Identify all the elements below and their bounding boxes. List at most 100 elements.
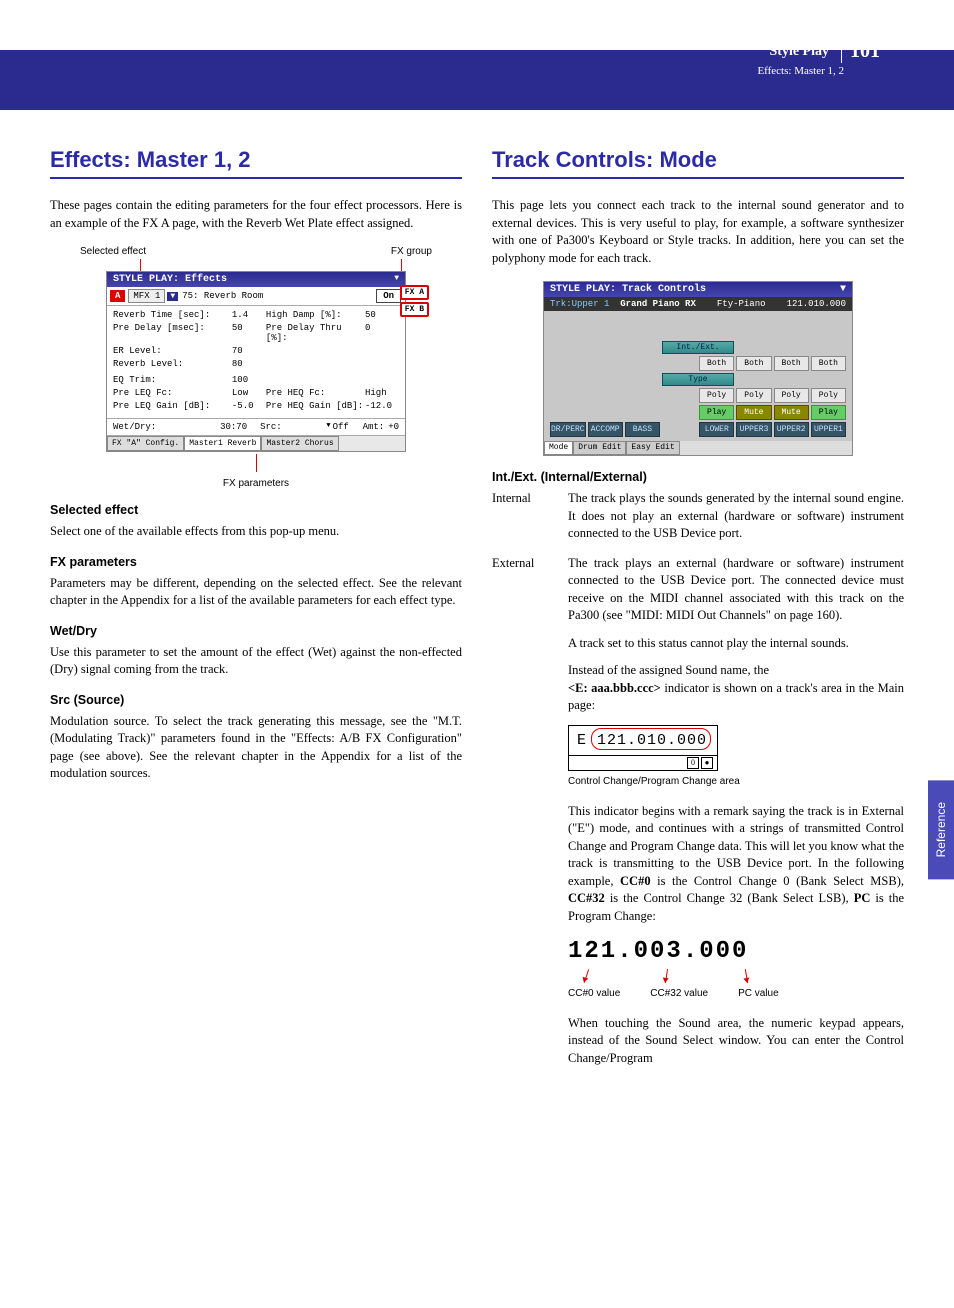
ccpc-label-1: CC#0 value (568, 987, 620, 1001)
ccpc-figure: 121.003.000 CC#0 value CC#32 value PC va… (568, 935, 904, 1001)
intext-header: Int./Ext. (662, 341, 735, 354)
fx-figure: Selected effect FX group STYLE PLAY: Eff… (50, 246, 462, 489)
def-internal-term: Internal (492, 490, 568, 543)
fx-group-badge: A (110, 290, 125, 302)
effects-heading: Effects: Master 1, 2 (50, 147, 462, 179)
tc-trk-label: Trk:Upper 1 (550, 299, 609, 309)
tc-playmute-cell: Mute (774, 405, 809, 420)
tc-track-name: BASS (625, 422, 660, 437)
tc-track-name: UPPER1 (811, 422, 846, 437)
tc-title: STYLE PLAY: Track Controls (550, 284, 706, 295)
src-text: Modulation source. To select the track g… (50, 713, 462, 783)
fx-param-row: Reverb Time [sec]:1.4High Damp [%]:50 (113, 310, 399, 320)
menu-triangle-icon: ▼ (394, 274, 399, 285)
tc-cell: Both (811, 356, 846, 371)
wetdry-label: Wet/Dry: (113, 422, 220, 432)
right-column: Track Controls: Mode This page lets you … (492, 147, 904, 1089)
effects-intro: These pages contain the editing paramete… (50, 197, 462, 232)
e-indicator-numbers: 121.010.000 (597, 732, 707, 749)
fx-param-row: Reverb Level:80 (113, 359, 399, 369)
def-external-p5: When touching the Sound area, the numeri… (568, 1015, 904, 1068)
tc-track-name: UPPER3 (736, 422, 771, 437)
def-external-p2: A track set to this status cannot play t… (568, 635, 904, 653)
tc-playmute-cell: Play (699, 405, 734, 420)
ccpc-number: 121.003.000 (568, 935, 904, 969)
tc-cell: Both (699, 356, 734, 371)
def-external-p4: This indicator begins with a remark sayi… (568, 803, 904, 926)
src-label: Src: (260, 422, 324, 432)
tc-sound-name: Grand Piano RX (620, 299, 696, 309)
src-heading: Src (Source) (50, 693, 462, 707)
fx-bottom-tab: Master2 Chorus (261, 436, 338, 451)
left-column: Effects: Master 1, 2 These pages contain… (50, 147, 462, 1089)
e-indicator-caption: Control Change/Program Change area (568, 775, 904, 789)
selected-effect-heading: Selected effect (50, 503, 462, 517)
tc-track-name: DR/PERC (550, 422, 586, 437)
tc-fty: Fty-Piano (717, 299, 766, 309)
bullet-icon: ● (701, 757, 713, 769)
tc-track-name: LOWER (699, 422, 734, 437)
def-external-p3: Instead of the assigned Sound name, the … (568, 662, 904, 715)
side-reference-tab: Reference (928, 780, 954, 879)
wetdry-text: Use this parameter to set the amount of … (50, 644, 462, 679)
e-indicator-e: E (577, 732, 587, 749)
tc-track-name: UPPER2 (774, 422, 809, 437)
tc-bottom-tab: Mode (544, 441, 573, 455)
fxa-tab: FX A (400, 285, 429, 300)
tc-track-name (662, 422, 697, 437)
fx-parameters-text: Parameters may be different, depending o… (50, 575, 462, 610)
fx-bottom-tab: Master1 Reverb (184, 436, 261, 451)
ccpc-label-2: CC#32 value (650, 987, 708, 1001)
fx-param-row: Pre LEQ Fc:LowPre HEQ Fc:High (113, 388, 399, 398)
tc-cell: Poly (699, 388, 734, 403)
src-value: Off (333, 422, 363, 432)
menu-triangle-icon: ▼ (840, 284, 846, 295)
fx-param-row: EQ Trim:100 (113, 375, 399, 385)
tc-playmute-cell: Play (811, 405, 846, 420)
caption-fx-group: FX group (391, 246, 432, 257)
octave-icon: 0 (687, 757, 699, 769)
track-controls-intro: This page lets you connect each track to… (492, 197, 904, 267)
fx-param-row: Pre LEQ Gain [dB]:-5.0Pre HEQ Gain [dB]:… (113, 401, 399, 411)
caption-fx-params: FX parameters (50, 478, 462, 489)
track-controls-heading: Track Controls: Mode (492, 147, 904, 179)
effect-name: 75: Reverb Room (178, 290, 372, 302)
def-internal-desc: The track plays the sounds generated by … (568, 490, 904, 543)
wetdry-value: 30:70 (220, 422, 260, 432)
type-header: Type (662, 373, 735, 386)
tc-cell: Both (774, 356, 809, 371)
tc-cell: Poly (811, 388, 846, 403)
wetdry-heading: Wet/Dry (50, 624, 462, 638)
tc-figure: STYLE PLAY: Track Controls ▼ Trk:Upper 1… (492, 281, 904, 456)
intext-heading: Int./Ext. (Internal/External) (492, 470, 904, 484)
selected-effect-text: Select one of the available effects from… (50, 523, 462, 541)
tc-playmute-cell: Mute (736, 405, 771, 420)
def-external-term: External (492, 555, 568, 1078)
e-indicator-figure: E 121.010.000 0 ● (568, 725, 718, 771)
tc-bottom-tab: Easy Edit (626, 441, 679, 455)
amt-label: Amt: (363, 422, 385, 432)
tc-bank: 121.010.000 (787, 299, 846, 309)
fx-param-row: ER Level:70 (113, 346, 399, 356)
fx-parameters-heading: FX parameters (50, 555, 462, 569)
fxb-tab: FX B (400, 302, 429, 317)
header-subtitle: Effects: Master 1, 2 (50, 65, 844, 77)
fx-screenshot: STYLE PLAY: Effects ▼ A MFX 1 ▼ 75: Reve… (106, 271, 406, 452)
amt-value: +0 (388, 422, 399, 432)
def-external-p1: The track plays an external (hardware or… (568, 555, 904, 625)
tc-bottom-tab: Drum Edit (573, 441, 626, 455)
page-header: Style Play 101 Effects: Master 1, 2 (50, 40, 904, 77)
header-page-number: 101 (841, 40, 880, 63)
tc-cell: Both (736, 356, 771, 371)
header-section: Style Play (770, 44, 830, 60)
tc-cell: Poly (774, 388, 809, 403)
ccpc-label-3: PC value (738, 987, 779, 1001)
tc-screenshot: STYLE PLAY: Track Controls ▼ Trk:Upper 1… (543, 281, 853, 456)
mfx-label: MFX 1 (128, 289, 165, 303)
tc-track-name: ACCOMP (588, 422, 623, 437)
fx-on-toggle: On (376, 289, 401, 303)
fx-title: STYLE PLAY: Effects (113, 274, 227, 285)
caption-selected-effect: Selected effect (80, 246, 146, 257)
fx-param-row: Pre Delay [msec]:50Pre Delay Thru [%]:0 (113, 323, 399, 343)
fx-bottom-tab: FX "A" Config. (107, 436, 184, 451)
